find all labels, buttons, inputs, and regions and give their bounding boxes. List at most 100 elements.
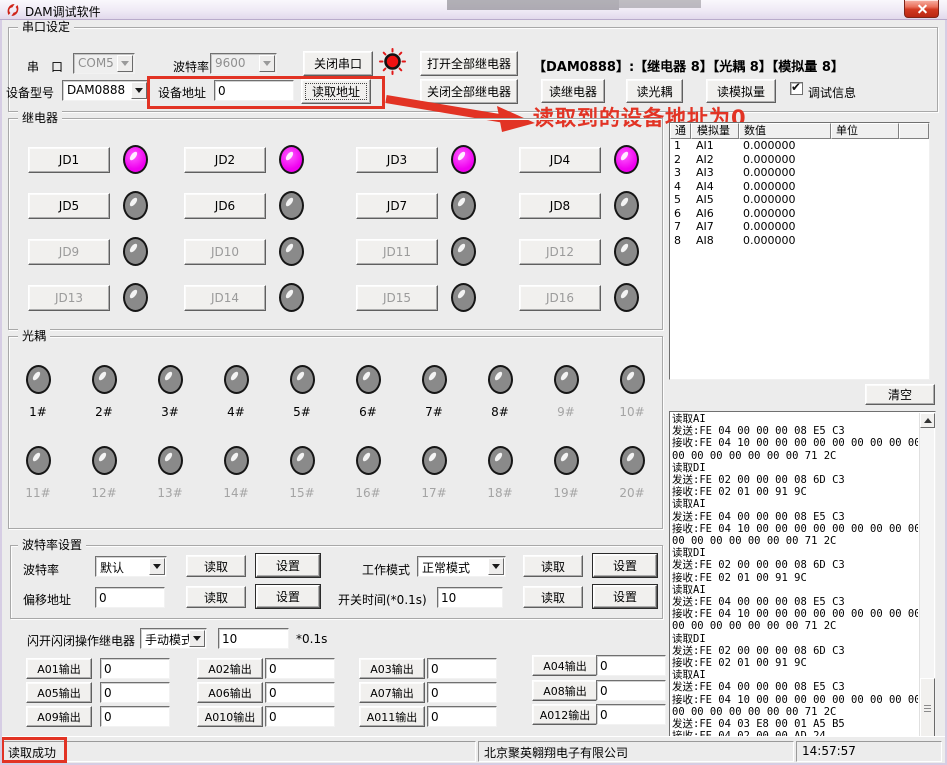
relay-jd5: JD5 (28, 191, 148, 220)
relay-jd4: JD4 (519, 145, 639, 174)
baudrate-read-button[interactable]: 读取 (186, 555, 246, 577)
a010-output-button[interactable]: A010输出 (197, 706, 263, 727)
a04-output-input[interactable] (596, 655, 666, 676)
read-relay-button[interactable]: 读继电器 (541, 79, 605, 103)
read-analog-button[interactable]: 读模拟量 (706, 79, 776, 103)
offset-set-button[interactable]: 设置 (256, 585, 320, 608)
relay-button[interactable]: JD4 (519, 147, 601, 173)
relay-button[interactable]: JD1 (28, 147, 110, 173)
a05-output-input[interactable] (100, 682, 170, 703)
scrollbar-thumb[interactable] (920, 678, 935, 740)
chevron-down-icon[interactable] (488, 558, 504, 575)
header-value[interactable]: 数值 (739, 123, 831, 139)
a02-output-button[interactable]: A02输出 (197, 658, 263, 679)
a05-output-button[interactable]: A05输出 (26, 682, 92, 703)
a011-output-input[interactable] (427, 706, 497, 727)
title-bar[interactable]: DAM调试软件 (0, 0, 947, 20)
baudrate-select[interactable]: 默认 (95, 556, 167, 577)
a09-output-button[interactable]: A09输出 (26, 706, 92, 727)
relay-button[interactable]: JD11 (356, 239, 438, 265)
opto-led-icon (290, 446, 315, 475)
switch-time-read-button[interactable]: 读取 (523, 586, 583, 608)
chevron-down-icon[interactable] (259, 55, 275, 72)
baud-settings-group-label: 波特率设置 (18, 538, 86, 552)
work-mode-read-button[interactable]: 读取 (523, 555, 583, 577)
relay-button[interactable]: JD5 (28, 193, 110, 219)
table-row: 1AI10.000000 (670, 139, 929, 153)
opto-led-icon (422, 446, 447, 475)
relay-button[interactable]: JD12 (519, 239, 601, 265)
header-channel[interactable]: 通 (670, 123, 691, 139)
opto-led-icon (26, 365, 51, 394)
a010-output-input[interactable] (265, 706, 335, 727)
device-address-input[interactable] (214, 80, 294, 101)
relay-led-icon (614, 145, 639, 174)
baudrate-set-button[interactable]: 设置 (256, 554, 320, 577)
a012-output-button[interactable]: A012输出 (532, 704, 598, 725)
offset-read-button[interactable]: 读取 (186, 586, 246, 608)
relay-button[interactable]: JD8 (519, 193, 601, 219)
read-address-button[interactable]: 读取地址 (301, 79, 371, 104)
relay-button[interactable]: JD15 (356, 285, 438, 311)
flash-time-input[interactable] (218, 628, 289, 649)
switch-time-set-button[interactable]: 设置 (593, 585, 657, 608)
work-mode-select[interactable]: 正常模式 (417, 556, 506, 577)
relay-button[interactable]: JD6 (184, 193, 266, 219)
a07-output-button[interactable]: A07输出 (359, 682, 425, 703)
chevron-down-icon[interactable] (149, 558, 165, 575)
offset-address-input[interactable] (95, 587, 165, 608)
relay-button[interactable]: JD13 (28, 285, 110, 311)
model-info-text: 【DAM0888】:【继电器 8】【光耦 8】【模拟量 8】 (533, 56, 844, 75)
relay-button[interactable]: JD16 (519, 285, 601, 311)
relay-button[interactable]: JD7 (356, 193, 438, 219)
a07-output-input[interactable] (427, 682, 497, 703)
chevron-down-icon[interactable] (189, 630, 205, 647)
opto-led-icon (620, 446, 645, 475)
a04-output-button[interactable]: A04输出 (532, 655, 598, 676)
debug-log-panel[interactable]: 读取AI发送:FE 04 00 00 00 08 E5 C3 接收:FE 04 … (669, 411, 936, 743)
relay-group-label: 继电器 (18, 111, 62, 125)
chevron-down-icon[interactable] (131, 82, 147, 99)
a01-output-button[interactable]: A01输出 (26, 658, 92, 679)
close-button[interactable] (904, 0, 939, 18)
read-opto-button[interactable]: 读光耦 (626, 79, 683, 103)
opto-18: 18# (478, 446, 522, 500)
a03-output-button[interactable]: A03输出 (359, 658, 425, 679)
relay-button[interactable]: JD10 (184, 239, 266, 265)
switch-time-input[interactable] (437, 587, 503, 608)
model-value: DAM0888 (67, 83, 125, 97)
opto-led-icon (356, 446, 381, 475)
a012-output-input[interactable] (596, 704, 666, 725)
work-mode-set-button[interactable]: 设置 (593, 554, 657, 577)
relay-button[interactable]: JD9 (28, 239, 110, 265)
relay-button[interactable]: JD3 (356, 147, 438, 173)
header-analog[interactable]: 模拟量 (691, 123, 739, 139)
opto-14: 14# (214, 446, 258, 500)
a08-output-input[interactable] (596, 680, 666, 701)
chevron-down-icon[interactable] (117, 55, 133, 72)
a01-output-input[interactable] (100, 658, 170, 679)
a011-output-button[interactable]: A011输出 (359, 706, 425, 727)
debug-info-checkbox[interactable] (790, 82, 803, 95)
opto-20: 20# (610, 446, 654, 500)
a06-output-input[interactable] (265, 682, 335, 703)
baud-select[interactable]: 9600 (210, 53, 277, 74)
a06-output-button[interactable]: A06输出 (197, 682, 263, 703)
scroll-up-icon[interactable] (920, 413, 935, 428)
relay-button[interactable]: JD14 (184, 285, 266, 311)
clear-log-button[interactable]: 清空 (865, 384, 935, 405)
a09-output-input[interactable] (100, 706, 170, 727)
relay-button[interactable]: JD2 (184, 147, 266, 173)
header-unit[interactable]: 单位 (831, 123, 899, 139)
flash-mode-select[interactable]: 手动模式 (140, 628, 207, 649)
log-scrollbar[interactable] (919, 413, 934, 741)
relay-led-icon (123, 237, 148, 266)
a02-output-input[interactable] (265, 658, 335, 679)
open-all-relays-button[interactable]: 打开全部继电器 (420, 51, 518, 76)
model-select[interactable]: DAM0888 (62, 80, 149, 101)
port-select[interactable]: COM5 (73, 53, 135, 74)
a03-output-input[interactable] (427, 658, 497, 679)
a08-output-button[interactable]: A08输出 (532, 680, 598, 701)
close-serial-button[interactable]: 关闭串口 (303, 51, 373, 76)
opto-led-icon (290, 365, 315, 394)
